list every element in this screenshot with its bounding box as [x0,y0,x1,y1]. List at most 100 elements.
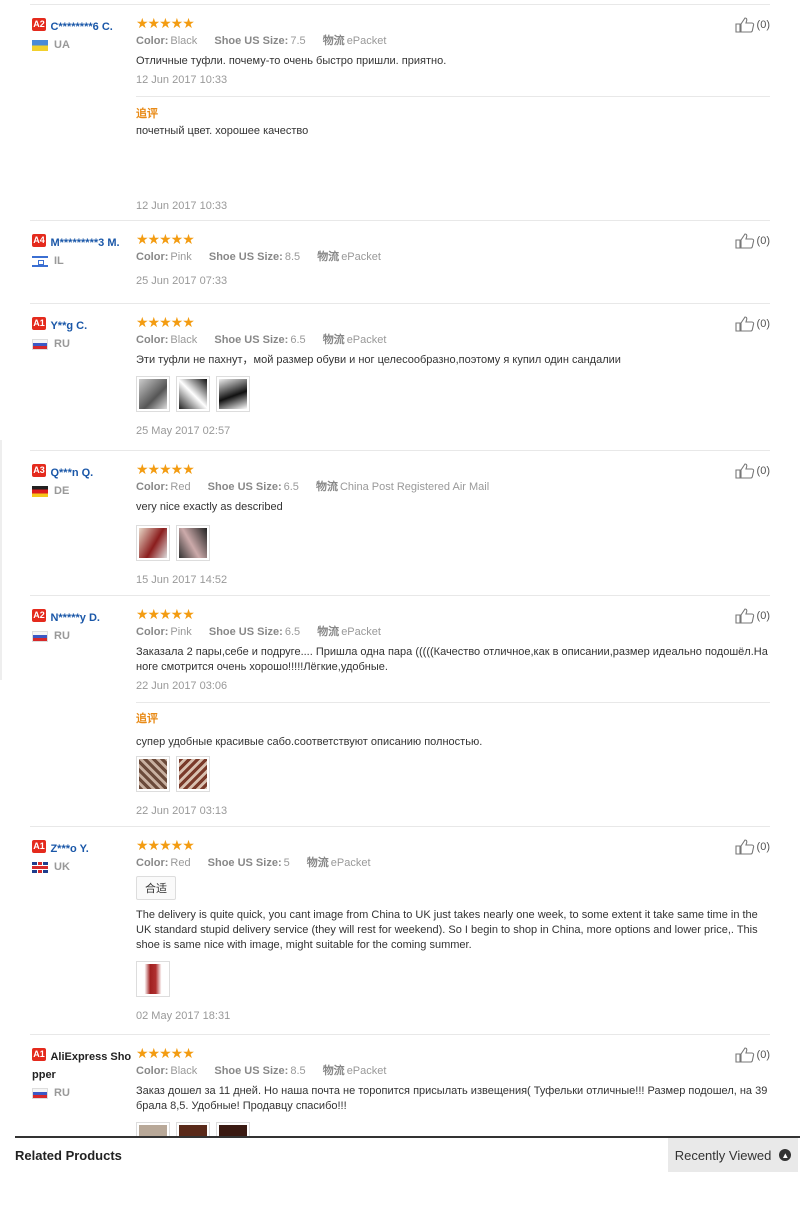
star-rating: ★★★★★ [136,314,195,330]
review-photo[interactable] [176,376,210,412]
helpful-button[interactable]: (0) [734,17,770,33]
star-rating: ★★★★★ [136,606,195,622]
reviewer-info: A1 Z***o Y. UK [32,839,132,873]
followup-label: 追评 [136,713,158,725]
reviewer-info: A3 Q***n Q. DE [32,463,132,497]
review-photos [136,961,770,997]
flag-icon [32,39,48,51]
review-item: A4 M*********3 M. IL ★★★★★ Color: Pink Sh… [30,221,770,304]
helpful-button[interactable]: (0) [734,316,770,332]
reviewer-info: A1 AliExpress Shopper RU [32,1047,132,1099]
reviewer-name[interactable]: Y**g C. [50,320,87,332]
color-value: Red [170,481,191,493]
review-photos [136,525,770,561]
reviews-page: A2 C********6 C. UA ★★★★★ Color: Black Sh… [0,0,800,1221]
review-date: 25 May 2017 02:57 [136,425,231,437]
shipping-value: ePacket [346,1065,387,1077]
size-value: 7.5 [290,35,306,47]
helpful-count: (0) [756,235,770,247]
review-photo[interactable] [136,756,170,792]
followup-date: 22 Jun 2017 03:13 [136,805,228,817]
reviewer-name[interactable]: Z***o Y. [50,843,88,855]
country-code: UK [54,861,70,873]
recently-viewed-button[interactable]: Recently Viewed ▲ [668,1138,798,1172]
helpful-count: (0) [756,1049,770,1061]
review-content: ★★★★★ Color: Pink Shoe US Size: 8.5 物流 ePac… [136,231,770,288]
review-photo[interactable] [136,525,170,561]
review-text: very nice exactly as described [136,501,283,513]
review-photo[interactable] [136,961,170,997]
shipping-value: ePacket [341,251,381,263]
review-photo[interactable] [176,525,210,561]
review-photo[interactable] [216,1122,250,1136]
followup-photos [136,756,770,792]
order-info: Color: Red Shoe US Size: 6.5 物流 China Post … [136,480,770,494]
review-text: Заказала 2 пары,себе и подруге.... Пришл… [136,646,768,673]
review-item: A1 Z***o Y. UK ★★★★★ Color: Red Shoe US S… [30,827,770,1035]
review-photo[interactable] [136,376,170,412]
recently-viewed-label: Recently Viewed [674,1147,772,1163]
color-label: Color: [136,251,169,263]
review-photos [136,376,770,412]
color-label: Color: [136,334,169,346]
helpful-button[interactable]: (0) [734,233,770,249]
review-date: 02 May 2017 18:31 [136,1010,231,1022]
shipping-value: China Post Registered Air Mail [339,481,490,493]
shipping-value: ePacket [346,35,387,47]
size-value: 6.5 [290,334,306,346]
color-value: Pink [170,626,192,638]
helpful-count: (0) [756,610,770,622]
color-value: Black [170,334,198,346]
review-photo[interactable] [176,1122,210,1136]
order-info: Color: Black Shoe US Size: 8.5 物流 ePacket [136,1064,770,1078]
helpful-button[interactable]: (0) [734,463,770,479]
color-value: Black [170,35,198,47]
helpful-count: (0) [756,318,770,330]
flag-icon [32,485,48,497]
reviewer-country: UA [32,39,132,51]
followup-label: 追评 [136,108,158,120]
helpful-button[interactable]: (0) [734,608,770,624]
size-value: 6.5 [283,481,299,493]
order-info: Color: Pink Shoe US Size: 8.5 物流 ePacket [136,250,770,264]
review-content: ★★★★★ Color: Black Shoe US Size: 6.5 物流 ePa… [136,314,770,438]
helpful-button[interactable]: (0) [734,839,770,855]
size-label: Shoe US Size: [214,35,289,47]
country-code: IL [54,255,64,267]
shipping-label: 物流 [317,626,340,638]
size-label: Shoe US Size: [214,334,289,346]
reviewer-name[interactable]: Q***n Q. [50,467,93,479]
review-photo[interactable] [176,756,210,792]
related-products-title[interactable]: Related Products [15,1148,122,1163]
size-value: 8.5 [290,1065,306,1077]
reviewer-country: RU [32,630,132,642]
size-label: Shoe US Size: [207,481,282,493]
reviewer-info: A4 M*********3 M. IL [32,233,132,267]
buyer-level-badge: A1 [32,1048,46,1061]
size-value: 6.5 [284,626,301,638]
reviewer-name[interactable]: N*****y D. [50,612,100,624]
reviewer-name[interactable]: C********6 C. [50,21,112,33]
thumbs-up-icon [734,839,754,855]
size-label: Shoe US Size: [208,251,283,263]
review-content: ★★★★★ Color: Pink Shoe US Size: 6.5 物流 ePac… [136,606,770,693]
flag-icon [32,630,48,642]
color-label: Color: [136,857,169,869]
reviewer-name[interactable]: M*********3 M. [50,237,119,249]
size-value: 5 [283,857,290,869]
review-text: Заказ дошел за 11 дней. Но наша почта не… [136,1085,768,1112]
review-content: ★★★★★ Color: Black Shoe US Size: 7.5 物流 ePa… [136,15,770,87]
reviewer-country: RU [32,1087,132,1099]
helpful-button[interactable]: (0) [734,1047,770,1063]
color-value: Red [170,857,191,869]
flag-icon [32,1087,48,1099]
page-edge-shadow [0,440,2,680]
shipping-value: ePacket [341,626,381,638]
country-code: RU [54,338,70,350]
country-code: DE [54,485,70,497]
star-rating: ★★★★★ [136,15,195,31]
reviewer-country: UK [32,861,132,873]
review-date: 12 Jun 2017 10:33 [136,74,228,86]
review-photo[interactable] [136,1122,170,1136]
review-photo[interactable] [216,376,250,412]
